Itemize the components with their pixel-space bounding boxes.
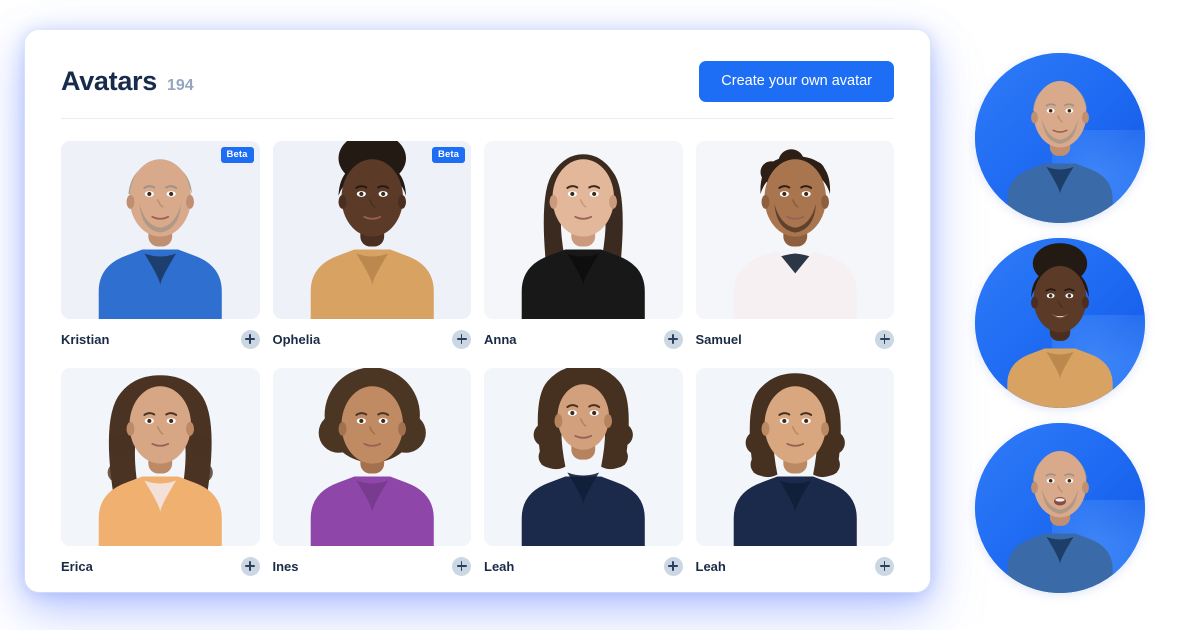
avatar-name: Kristian [61, 331, 110, 347]
circle-avatar [975, 238, 1145, 408]
beta-badge: Beta [220, 147, 254, 163]
avatar-thumbnail[interactable]: Beta [61, 141, 260, 319]
avatar-card[interactable]: Samuel [695, 141, 894, 350]
plus-circle-icon[interactable] [875, 556, 894, 576]
plus-circle-icon[interactable] [452, 329, 471, 349]
avatar-card[interactable]: Ines [272, 368, 471, 577]
avatar-name: Anna [484, 331, 517, 347]
circle-avatar-list [975, 53, 1147, 593]
avatar-thumbnail[interactable] [484, 141, 683, 319]
plus-circle-icon[interactable] [875, 329, 894, 349]
avatar-thumbnail[interactable] [484, 368, 683, 546]
avatar-name: Leah [695, 558, 726, 574]
avatar-card-footer: Erica [61, 555, 260, 577]
avatar-thumbnail[interactable] [272, 368, 471, 546]
avatar-name: Erica [61, 558, 93, 574]
circle-avatar [975, 423, 1145, 593]
avatar-name: Samuel [695, 331, 742, 347]
create-your-own-avatar-button[interactable]: Create your own avatar [699, 60, 894, 102]
avatar-card[interactable]: Beta Kristian [61, 141, 260, 350]
avatar-card[interactable]: Leah [484, 368, 683, 577]
avatar-thumbnail[interactable] [695, 368, 894, 546]
plus-circle-icon[interactable] [663, 556, 683, 576]
avatar-card[interactable]: Anna [484, 141, 683, 350]
avatar-card-footer: Kristian [61, 328, 260, 350]
header-divider [61, 118, 894, 119]
title-group: Avatars 194 [61, 65, 194, 96]
plus-circle-icon[interactable] [240, 329, 260, 349]
avatar-thumbnail[interactable] [61, 368, 260, 546]
avatar-card[interactable]: Erica [61, 368, 260, 577]
avatar-card-footer: Leah [484, 555, 683, 577]
avatar-card[interactable]: Leah [695, 368, 894, 577]
avatar-card[interactable]: Beta Ophelia [272, 141, 471, 350]
avatar-card-footer: Anna [484, 328, 683, 350]
panel-header: Avatars 194 Create your own avatar [61, 58, 894, 104]
avatar-name: Ines [272, 558, 299, 574]
avatar-name: Ophelia [272, 331, 321, 347]
avatars-panel-content: Avatars 194 Create your own avatar Beta … [25, 30, 930, 592]
avatar-name: Leah [484, 558, 515, 574]
page-title: Avatars [61, 65, 157, 96]
avatar-thumbnail[interactable]: Beta [272, 141, 471, 319]
avatar-thumbnail[interactable] [695, 141, 894, 319]
plus-circle-icon[interactable] [240, 556, 260, 576]
avatar-card-footer: Ines [272, 555, 471, 577]
avatar-card-footer: Ophelia [272, 328, 471, 350]
avatar-grid: Beta Kristian Beta Ophelia Anna Samuel E… [61, 141, 894, 577]
plus-circle-icon[interactable] [452, 556, 471, 576]
avatar-card-footer: Leah [695, 555, 894, 577]
circle-avatar [975, 53, 1145, 223]
plus-circle-icon[interactable] [663, 329, 683, 349]
avatars-panel: Avatars 194 Create your own avatar Beta … [25, 30, 930, 592]
beta-badge: Beta [432, 147, 465, 163]
screenshot-root: Avatars 194 Create your own avatar Beta … [0, 0, 1200, 630]
avatar-count: 194 [166, 76, 194, 94]
avatar-card-footer: Samuel [695, 328, 894, 350]
